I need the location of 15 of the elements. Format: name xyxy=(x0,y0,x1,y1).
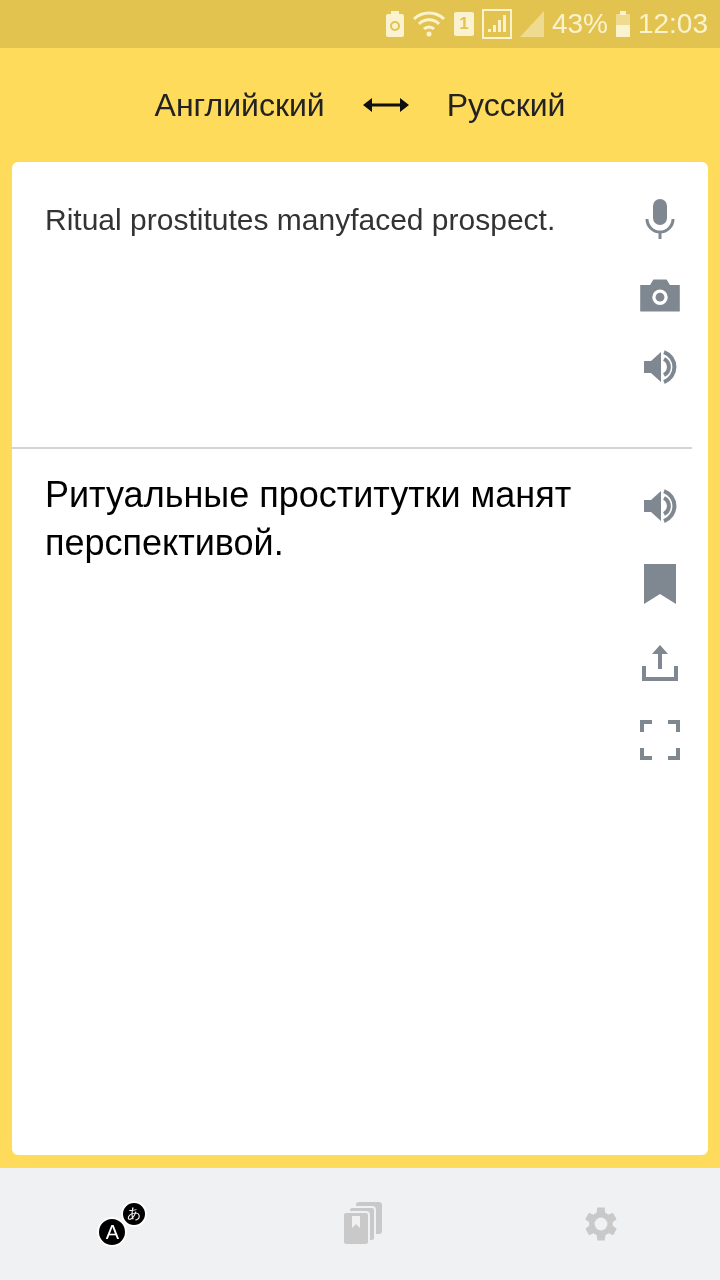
battery-saver-icon xyxy=(385,11,404,37)
battery-icon xyxy=(615,11,630,37)
signal-icon xyxy=(519,11,544,37)
translate-tab[interactable]: あ A xyxy=(97,1201,148,1247)
fullscreen-icon[interactable] xyxy=(640,720,680,760)
sim-badge: 1 xyxy=(453,12,474,36)
translation-text[interactable]: Ритуальные проститутки манят перспективой. xyxy=(45,449,628,760)
signal-icon xyxy=(481,9,512,39)
wifi-icon xyxy=(411,10,446,38)
source-language[interactable]: Английский xyxy=(154,86,325,124)
battery-percent: 43% xyxy=(551,8,608,40)
swap-icon[interactable] xyxy=(362,97,409,113)
source-text[interactable]: Ritual prostitutes manyfaced prospect. xyxy=(45,162,628,447)
clock: 12:03 xyxy=(637,8,708,40)
target-language[interactable]: Русский xyxy=(446,86,566,124)
